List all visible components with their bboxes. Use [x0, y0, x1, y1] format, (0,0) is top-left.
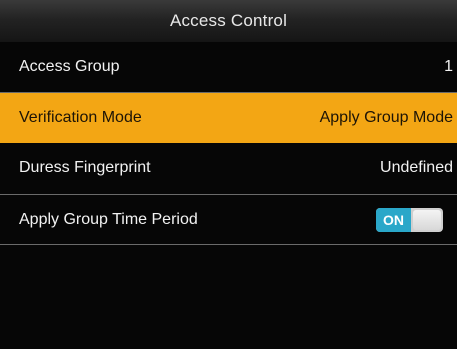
page-title: Access Control	[0, 0, 457, 42]
menu-item-label: Duress Fingerprint	[19, 159, 151, 176]
menu-item-label: Access Group	[19, 58, 120, 75]
menu-list: Access Group 1 Verification Mode Apply G…	[0, 42, 457, 245]
toggle-on-label: ON	[376, 208, 411, 232]
menu-item-value: Undefined	[380, 159, 453, 176]
access-control-screen: Access Control Access Group 1 Verificati…	[0, 0, 457, 349]
menu-item-label: Apply Group Time Period	[19, 211, 198, 228]
menu-item-label: Verification Mode	[19, 109, 142, 126]
menu-item-duress-fingerprint[interactable]: Duress Fingerprint Undefined	[0, 143, 457, 195]
toggle-knob	[413, 210, 441, 230]
menu-item-verification-mode[interactable]: Verification Mode Apply Group Mode	[0, 93, 457, 143]
time-period-toggle[interactable]: ON	[376, 208, 443, 232]
menu-item-apply-group-time-period[interactable]: Apply Group Time Period ON	[0, 195, 457, 245]
menu-item-value: 1	[444, 58, 453, 75]
menu-item-value: Apply Group Mode	[319, 109, 453, 126]
menu-item-access-group[interactable]: Access Group 1	[0, 42, 457, 93]
